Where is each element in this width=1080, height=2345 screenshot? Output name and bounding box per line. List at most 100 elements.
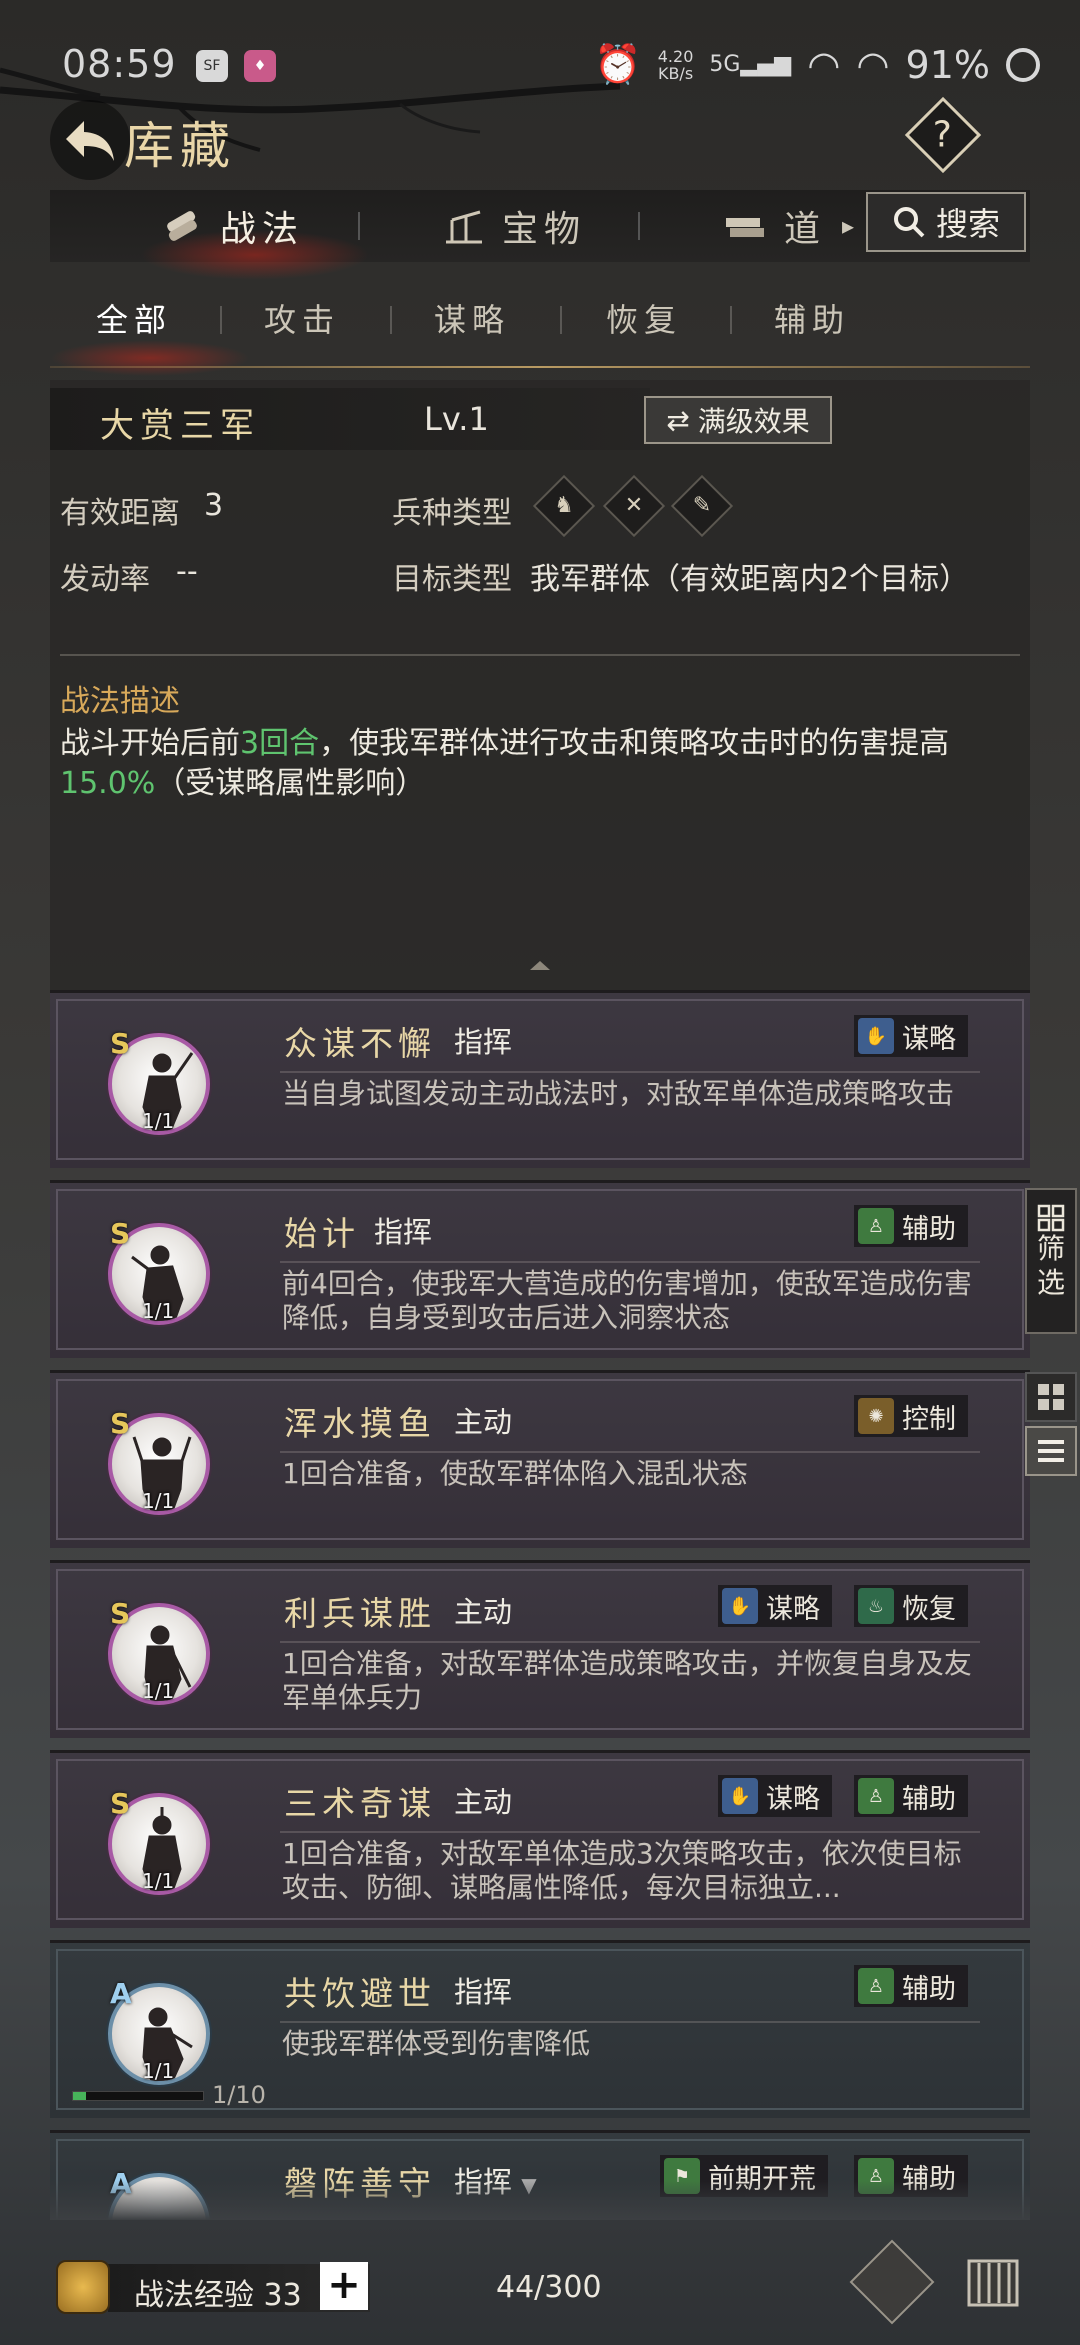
book-stack-icon xyxy=(726,218,764,237)
tag-strategy: ✋ 谋略 xyxy=(718,1775,832,1817)
tab-divider xyxy=(638,212,640,240)
skill-detail-panel xyxy=(50,380,1030,990)
net-speed: 4.20 KB/s xyxy=(657,46,694,83)
card-skill-type: 指挥 xyxy=(374,1215,433,1249)
card-divider xyxy=(280,1831,980,1833)
copy-count: 1/1 xyxy=(142,1679,175,1703)
subtab-underline xyxy=(50,366,1030,368)
range-label: 有效距离 xyxy=(60,496,180,531)
detail-divider xyxy=(60,654,1020,656)
swap-icon: ⇄ xyxy=(666,403,690,437)
troop-type-label: 兵种类型 xyxy=(392,496,512,531)
filter-grid-icon xyxy=(1037,1204,1065,1232)
card-skill-name: 众谋不懈 xyxy=(284,1024,436,1063)
subtab-divider xyxy=(390,306,392,334)
chevron-right-icon: ▸ xyxy=(842,212,861,240)
skill-capacity: 44/300 xyxy=(496,2270,602,2305)
card-description: 前4回合，使我军大营造成的伤害增加，使敌军造成伤害降低，自身受到攻击后进入洞察状… xyxy=(282,1267,972,1334)
card-skill-name: 始计 xyxy=(284,1214,360,1253)
list-view-button[interactable] xyxy=(1025,1426,1077,1476)
collapse-arrow-icon[interactable] xyxy=(528,958,552,972)
control-icon: ✺ xyxy=(858,1398,894,1434)
copy-count: 1/1 xyxy=(142,1489,175,1513)
weapon-rack-icon xyxy=(446,210,482,244)
skill-name: 大赏三军 xyxy=(100,406,260,446)
search-button[interactable]: 搜索 xyxy=(866,192,1026,252)
skill-card[interactable]: S 1/1 众谋不懈 指挥 ✋ 谋略 当自身试图发动主动战法时，对敌军单体造成策略… xyxy=(50,990,1030,1168)
back-button[interactable] xyxy=(50,100,130,180)
tag-support: ♙ 辅助 xyxy=(854,1965,968,2007)
grid-view-icon xyxy=(1038,1384,1064,1410)
grade-badge: S xyxy=(110,1027,131,1060)
copy-count: 1/1 xyxy=(142,1109,175,1133)
target-type-label: 目标类型 xyxy=(392,562,512,597)
add-exp-button[interactable]: + xyxy=(320,2262,368,2310)
progress-fill xyxy=(73,2092,86,2100)
support-icon: ♙ xyxy=(858,1208,894,1244)
subtab-recover[interactable]: 恢复 xyxy=(606,290,682,350)
trigger-rate-label: 发动率 xyxy=(60,562,150,597)
card-divider xyxy=(280,2021,980,2023)
card-divider xyxy=(280,1641,980,1643)
app-notification-icon: ♦ xyxy=(244,50,276,82)
skill-card[interactable]: S 1/1 浑水摸鱼 主动 ✺ 控制 1回合准备，使敌军群体陷入混乱状态 xyxy=(50,1370,1030,1548)
subtab-all[interactable]: 全部 xyxy=(96,290,172,350)
grade-badge: S xyxy=(110,1787,131,1820)
tag-support: ♙ 辅助 xyxy=(854,1775,968,1817)
page-title: 库藏 xyxy=(124,117,236,175)
list-view-icon xyxy=(1038,1440,1064,1462)
strategy-icon: ✋ xyxy=(722,1778,758,1814)
tab-divider xyxy=(358,212,360,240)
grid-view-button[interactable] xyxy=(1025,1372,1077,1422)
skill-card[interactable]: S 1/1 利兵谋胜 主动 ✋ 谋略 ♨ 恢复 1回合准备，对敌军群体造成策略攻击，… xyxy=(50,1560,1030,1738)
card-description: 当自身试图发动主动战法时，对敌军单体造成策略攻击 xyxy=(282,1077,955,1110)
tag-strategy: ✋ 谋略 xyxy=(718,1585,832,1627)
back-arrow-icon xyxy=(66,121,114,161)
question-icon: ? xyxy=(932,114,952,156)
subtab-divider xyxy=(730,306,732,334)
target-type-value: 我军群体（有效距离内2个目标） xyxy=(530,562,970,597)
subtab-support[interactable]: 辅助 xyxy=(774,290,850,350)
tab-baowu[interactable]: 宝物 xyxy=(442,190,586,262)
support-icon: ♙ xyxy=(858,1968,894,2004)
grade-badge: A xyxy=(110,1977,132,2010)
subtab-divider xyxy=(220,306,222,334)
tab-label: 宝物 xyxy=(502,209,587,250)
copy-count: 1/1 xyxy=(142,1299,175,1323)
skill-card[interactable]: S 1/1 三术奇谋 主动 ✋ 谋略 ♙ 辅助 1回合准备，对敌军单体造成3次策略攻… xyxy=(50,1750,1030,1928)
convert-skill-button[interactable] xyxy=(849,2239,935,2325)
card-skill-type: 主动 xyxy=(454,1785,513,1819)
card-description: 使我军群体受到伤害降低 xyxy=(282,2027,591,2060)
alarm-icon: ⏰ xyxy=(594,42,642,86)
search-icon xyxy=(893,207,925,238)
tag-strategy: ✋ 谋略 xyxy=(854,1015,968,1057)
card-skill-name: 共饮避世 xyxy=(284,1974,436,2013)
status-right: ⏰ 4.20 KB/s 5G▂▄▆ ◠ ◠ 91% xyxy=(594,42,1040,87)
max-effect-button[interactable]: ⇄ 满级效果 xyxy=(644,396,832,444)
card-divider xyxy=(280,1261,980,1263)
fragment-progress-text: 1/10 xyxy=(212,2081,266,2109)
card-skill-type: 指挥 xyxy=(454,1025,513,1059)
subtab-attack[interactable]: 攻击 xyxy=(264,290,340,350)
card-skill-type: 主动 xyxy=(454,1405,513,1439)
wifi-icon: ◠ xyxy=(807,42,841,87)
filter-button[interactable]: 筛 选 xyxy=(1025,1188,1077,1334)
card-description: 1回合准备，使敌军群体陷入混乱状态 xyxy=(282,1457,748,1490)
skill-exp-label: 战法经验 33 xyxy=(134,2278,302,2313)
copy-count: 1/1 xyxy=(142,1869,175,1893)
bamboo-scroll-icon xyxy=(967,2259,1019,2307)
trigger-rate-value: -- xyxy=(176,554,198,589)
storage-button[interactable] xyxy=(960,2250,1026,2316)
skill-card[interactable]: A 1/1 共饮避世 指挥 ♙ 辅助 使我军群体受到伤害降低 1/10 xyxy=(50,1940,1030,2118)
tab-daoju[interactable]: 道 ▸ xyxy=(722,190,860,262)
skill-exp-icon xyxy=(56,2260,110,2314)
skill-desc-title: 战法描述 xyxy=(60,684,180,719)
card-skill-type: 指挥 xyxy=(454,1975,513,2009)
skill-card[interactable]: S 1/1 始计 指挥 ♙ 辅助 前4回合，使我军大营造成的伤害增加，使敌军造成伤… xyxy=(50,1180,1030,1358)
scroll-bundle-icon xyxy=(167,211,197,241)
card-divider xyxy=(280,1451,980,1453)
tab-zhanfa[interactable]: 战法 xyxy=(160,190,304,262)
subtab-strategy[interactable]: 谋略 xyxy=(434,290,510,350)
battery-icon xyxy=(1006,47,1040,82)
notification-icon: SF xyxy=(196,50,228,82)
